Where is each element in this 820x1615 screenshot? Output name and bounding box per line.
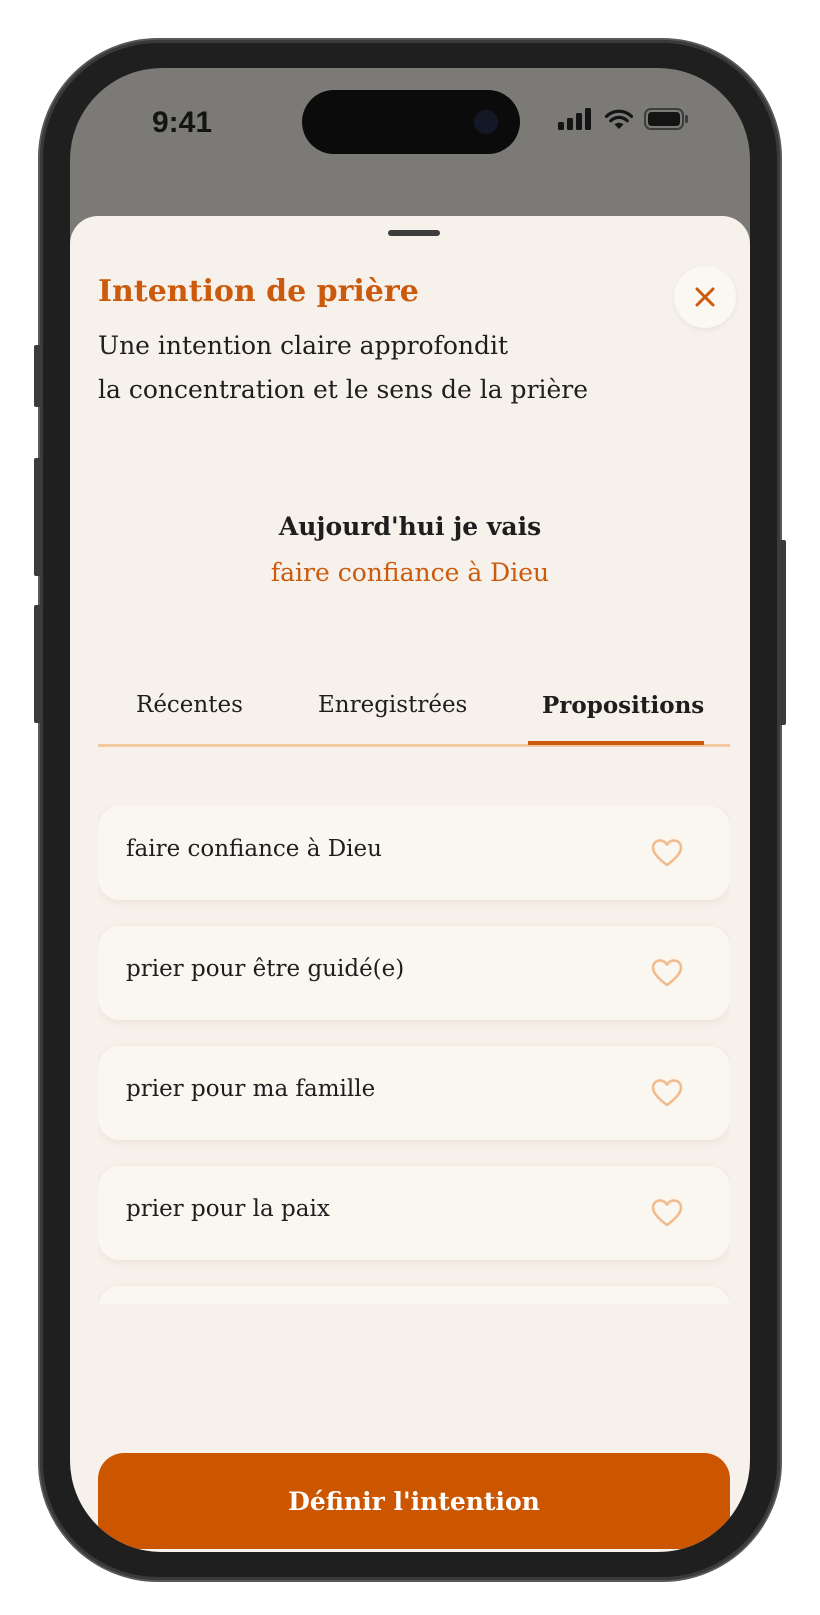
subtitle-line: la concentration et le sens de la prière <box>98 375 589 404</box>
volume-down-button <box>34 605 42 723</box>
list-item-label: prier pour la paix <box>126 1196 330 1222</box>
volume-up-button <box>34 458 42 576</box>
list-item-label: prier pour être guidé(e) <box>126 956 405 982</box>
tab-recent[interactable]: Récentes <box>136 692 243 718</box>
sheet-subtitle: Une intention claire approfondit la conc… <box>98 324 658 412</box>
sheet-grabber[interactable] <box>388 230 440 236</box>
suggestions-list: faire confiance à Dieu prier pour être g… <box>98 806 730 1304</box>
list-item-label: faire confiance à Dieu <box>126 836 382 862</box>
wifi-icon <box>604 109 634 129</box>
cellular-signal-icon <box>558 108 591 130</box>
status-time: 9:41 <box>152 106 213 139</box>
tab-suggestions[interactable]: Propositions <box>542 692 704 719</box>
close-button[interactable] <box>674 266 736 328</box>
heart-outline-icon[interactable] <box>651 958 683 988</box>
heart-outline-icon[interactable] <box>651 838 683 868</box>
list-item-label: prier pour ma famille <box>126 1076 376 1102</box>
battery-icon <box>644 108 688 130</box>
list-item-partial[interactable] <box>98 1286 730 1304</box>
subtitle-line: Une intention claire approfondit <box>98 331 509 360</box>
silent-switch <box>34 345 42 407</box>
phone-screen: 9:41 Intention de prière Une intention c… <box>70 68 750 1552</box>
set-intention-button[interactable]: Définir l'intention <box>98 1453 730 1549</box>
list-item[interactable]: prier pour être guidé(e) <box>98 926 730 1020</box>
active-tab-indicator <box>528 741 704 745</box>
status-icons <box>558 108 690 130</box>
list-item[interactable]: faire confiance à Dieu <box>98 806 730 900</box>
close-icon <box>695 287 715 307</box>
list-item[interactable]: prier pour ma famille <box>98 1046 730 1140</box>
power-button <box>778 540 786 725</box>
tab-saved[interactable]: Enregistrées <box>318 692 467 718</box>
heart-outline-icon[interactable] <box>651 1078 683 1108</box>
sheet-title: Intention de prière <box>98 274 419 309</box>
selected-intention: faire confiance à Dieu <box>270 558 550 587</box>
intention-tabs: Récentes Enregistrées Propositions <box>98 678 730 747</box>
today-label: Aujourd'hui je vais <box>278 512 542 541</box>
list-item[interactable]: prier pour la paix <box>98 1166 730 1260</box>
front-camera <box>474 110 498 134</box>
intention-sheet: Intention de prière Une intention claire… <box>70 216 750 1552</box>
heart-outline-icon[interactable] <box>651 1198 683 1228</box>
dynamic-island <box>302 90 520 154</box>
